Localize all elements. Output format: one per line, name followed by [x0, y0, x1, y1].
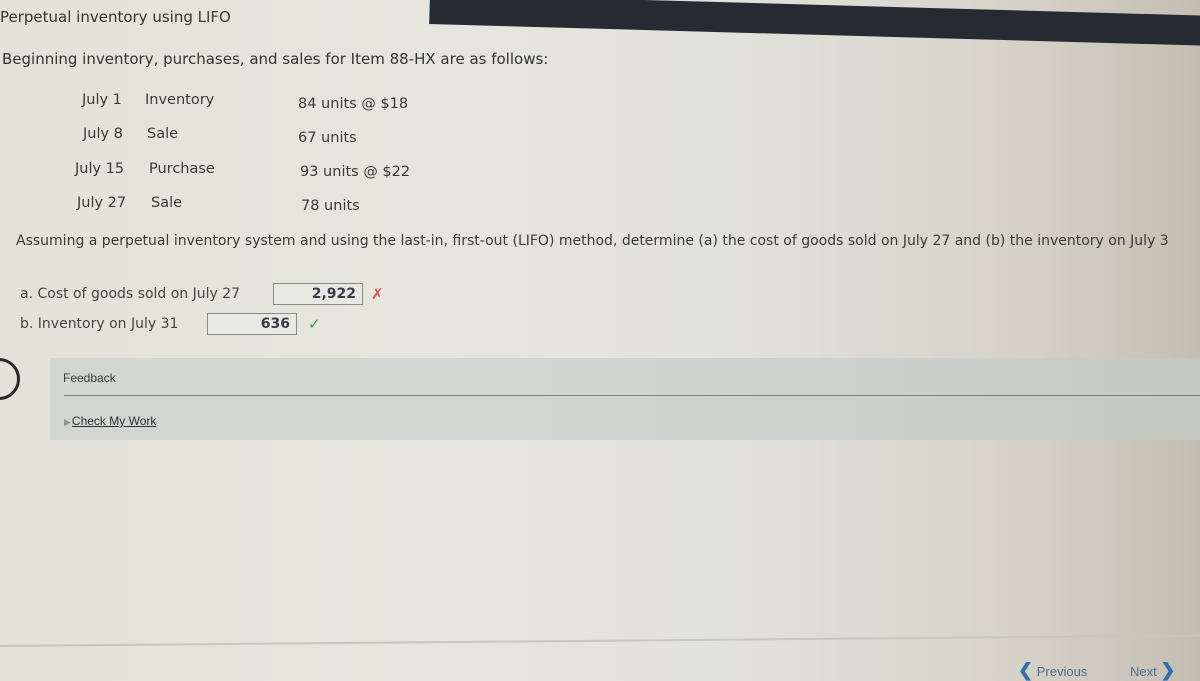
- transaction-date: July 15: [75, 161, 125, 177]
- check-my-work-toggle[interactable]: ▶Check My Work: [64, 414, 156, 428]
- chevron-left-icon: ❮: [1018, 660, 1034, 680]
- transaction-date: July 27: [77, 195, 127, 211]
- feedback-divider: [64, 395, 1200, 396]
- transaction-type: Sale: [151, 195, 183, 211]
- transaction-date: July 1: [82, 92, 122, 108]
- transaction-detail: 67 units: [298, 130, 357, 146]
- inventory-input[interactable]: 636: [207, 313, 297, 335]
- cogs-input[interactable]: 2,922: [273, 283, 363, 305]
- inventory-label: b. Inventory on July 31: [20, 316, 179, 332]
- previous-button[interactable]: ❮ Previous: [1018, 660, 1087, 681]
- feedback-panel: Feedback ▶Check My Work: [50, 358, 1200, 440]
- cogs-label: a. Cost of goods sold on July 27: [20, 286, 241, 302]
- page-title-prefix: Perpetual inventory using: [0, 8, 193, 26]
- problem-intro: Beginning inventory, purchases, and sale…: [2, 50, 549, 68]
- incorrect-x-icon: ✗: [371, 285, 384, 303]
- feedback-label: Feedback: [63, 371, 116, 385]
- transaction-type: Inventory: [145, 92, 215, 108]
- transaction-type: Purchase: [149, 161, 215, 177]
- previous-label: Previous: [1036, 664, 1088, 679]
- expand-triangle-icon: ▶: [64, 417, 71, 427]
- check-my-work-link[interactable]: Check My Work: [72, 414, 156, 428]
- transaction-type: Sale: [147, 126, 179, 142]
- transaction-detail: 78 units: [301, 198, 360, 214]
- window-top-bar: [429, 0, 1200, 47]
- correct-check-icon: ✓: [308, 315, 321, 333]
- chevron-right-icon: ❯: [1160, 660, 1176, 680]
- transaction-detail: 93 units @ $22: [300, 164, 411, 180]
- question-indicator-circle: [0, 358, 20, 400]
- footer-divider: [0, 634, 1200, 647]
- page-title-method: LIFO: [197, 8, 231, 26]
- next-button[interactable]: Next ❯: [1130, 660, 1175, 681]
- next-label: Next: [1130, 664, 1157, 679]
- page-title: Perpetual inventory using LIFO: [0, 8, 231, 26]
- transaction-detail: 84 units @ $18: [298, 96, 409, 112]
- question-text: Assuming a perpetual inventory system an…: [16, 233, 1169, 249]
- transaction-date: July 8: [83, 126, 123, 142]
